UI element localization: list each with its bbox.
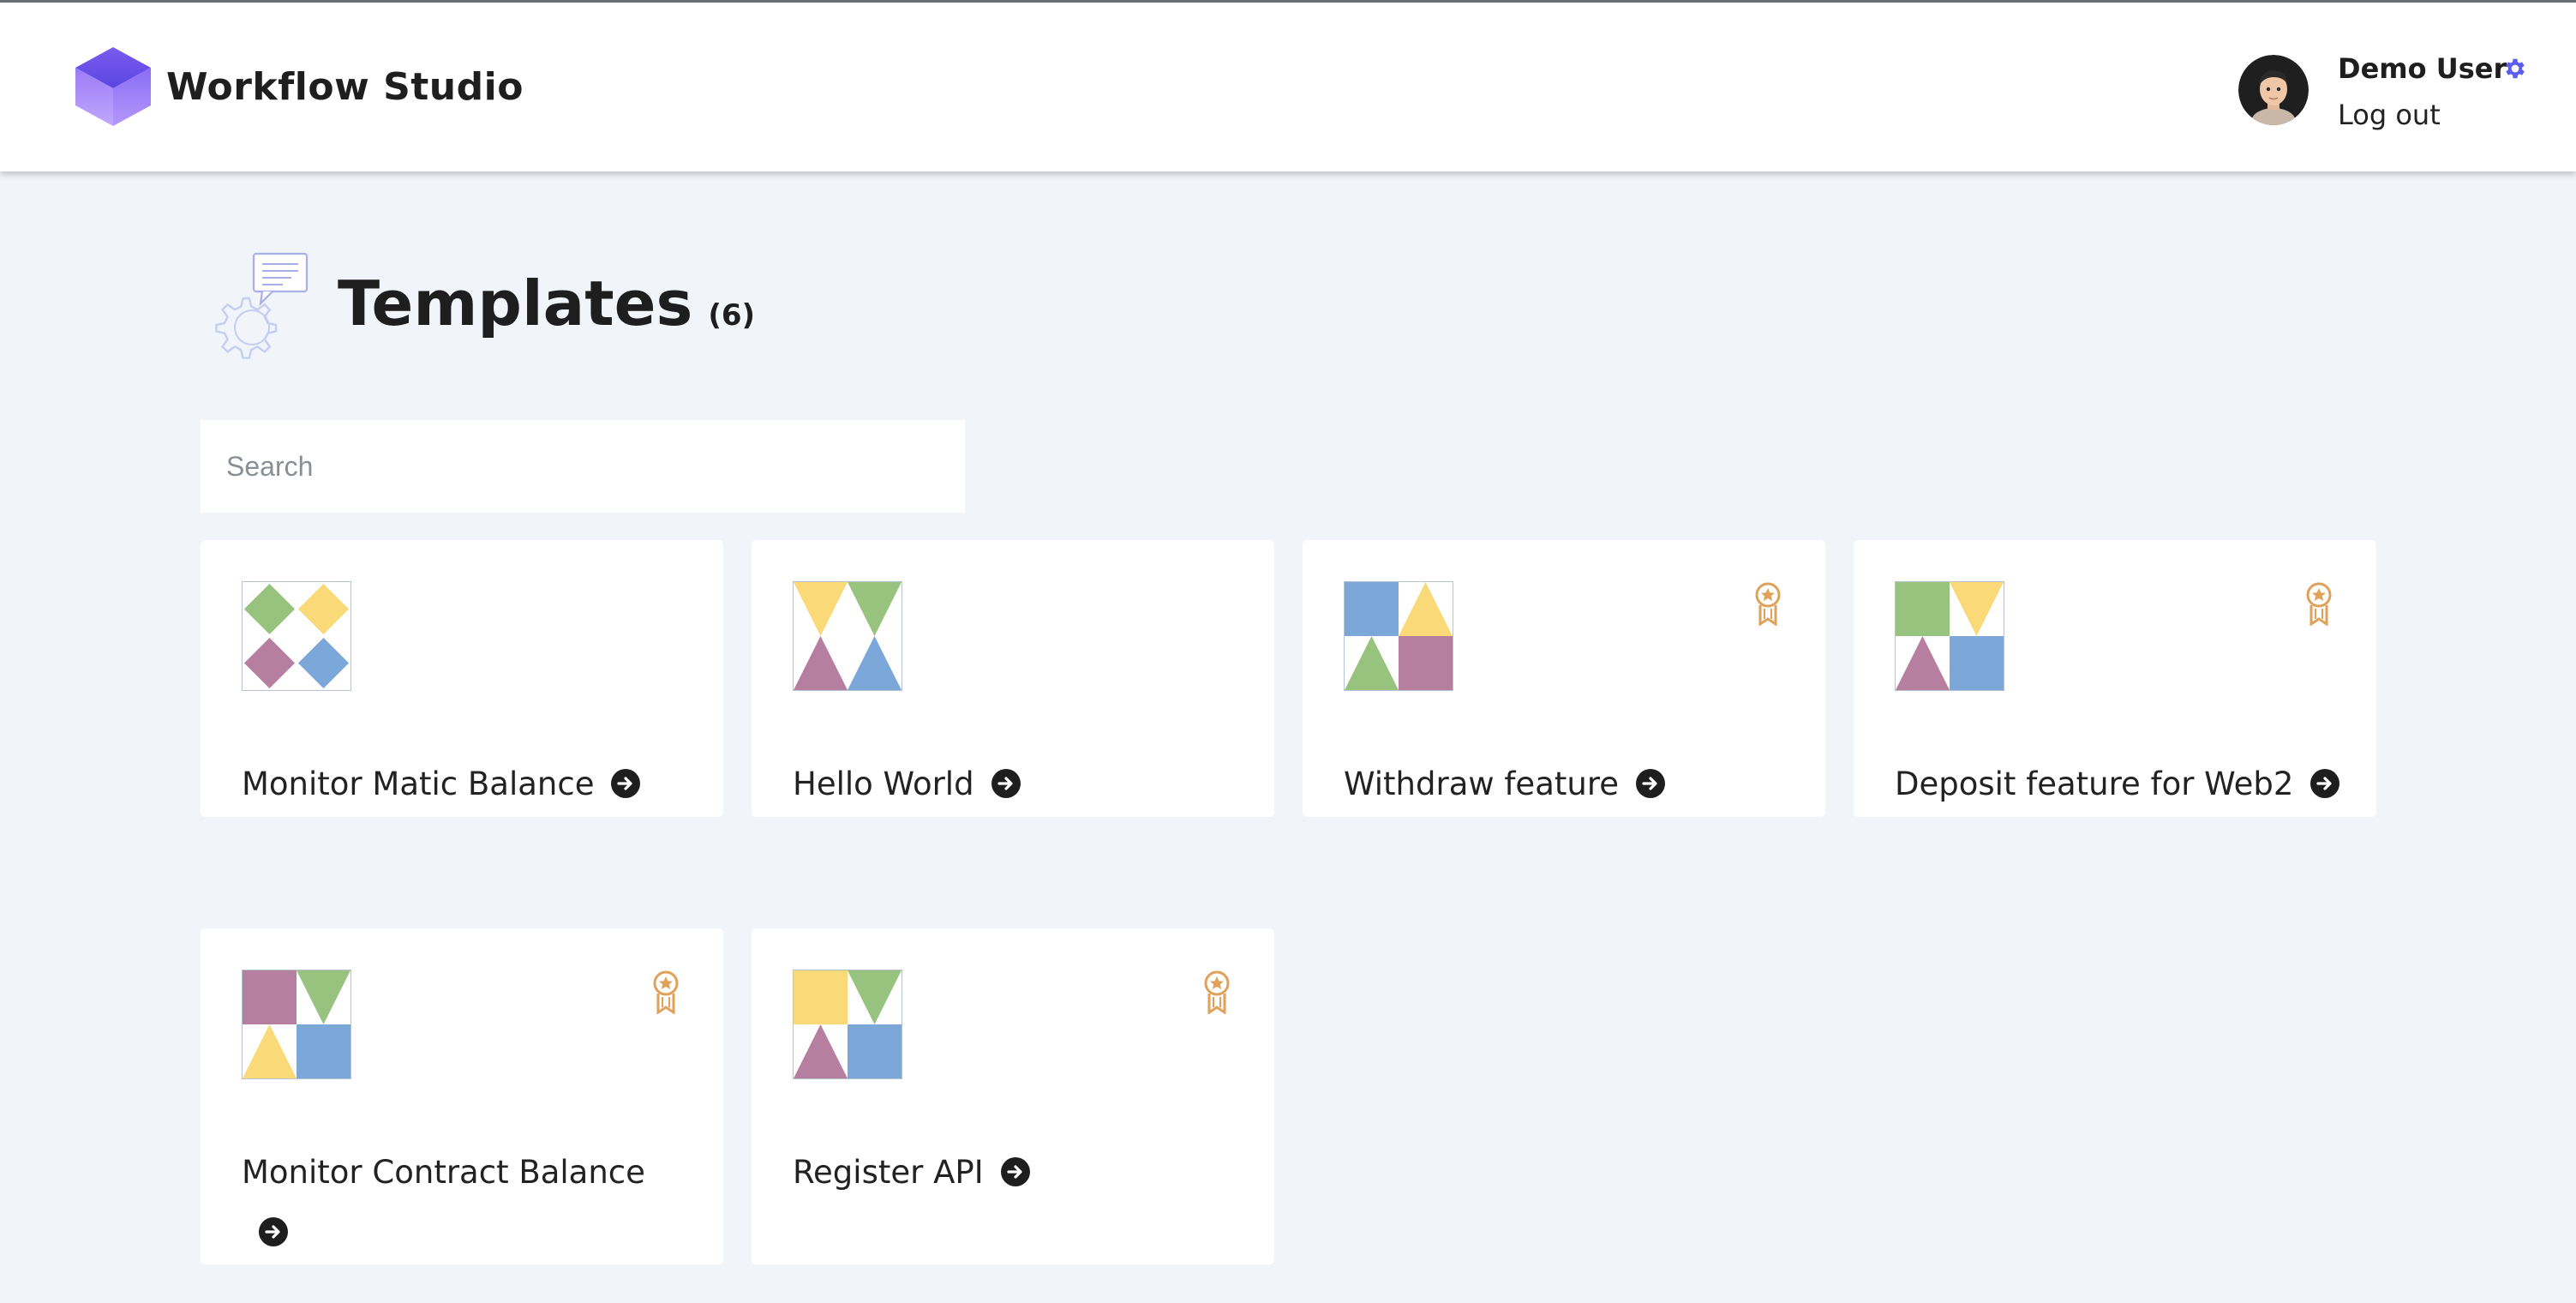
gear-icon[interactable]	[2502, 56, 2528, 81]
template-thumbnail	[242, 970, 351, 1079]
template-card-monitor-contract-balance[interactable]: Monitor Contract Balance	[201, 928, 723, 1264]
brand[interactable]: Workflow Studio	[74, 45, 524, 128]
award-ribbon-icon	[1755, 582, 1781, 626]
template-title: Hello World	[793, 754, 1021, 814]
template-thumbnail	[242, 581, 351, 691]
arrow-right-circle-icon[interactable]	[1000, 1156, 1030, 1186]
user-name: Demo User	[2338, 52, 2507, 85]
user-menu: Demo User Log out	[2238, 52, 2547, 147]
template-card-deposit-feature-web2[interactable]: Deposit feature for Web2	[1854, 540, 2376, 817]
template-thumbnail	[793, 970, 902, 1079]
template-card-register-api[interactable]: Register API	[752, 928, 1274, 1264]
template-count: (6)	[708, 298, 756, 333]
template-thumbnail	[793, 581, 902, 691]
template-card-monitor-matic-balance[interactable]: Monitor Matic Balance	[201, 540, 723, 817]
arrow-right-circle-icon[interactable]	[611, 768, 641, 798]
arrow-right-circle-icon[interactable]	[2310, 768, 2340, 798]
search-input[interactable]	[201, 420, 965, 513]
award-ribbon-icon	[1204, 970, 1230, 1014]
gear-chat-illustration-icon	[215, 252, 309, 359]
hexagon-cube-logo-icon	[75, 47, 151, 126]
arrow-right-circle-icon[interactable]	[1636, 768, 1665, 798]
template-thumbnail	[1344, 581, 1453, 691]
template-card-withdraw-feature[interactable]: Withdraw feature	[1303, 540, 1825, 817]
template-card-hello-world[interactable]: Hello World	[752, 540, 1274, 817]
template-title: Deposit feature for Web2	[1895, 754, 2340, 814]
template-title: Monitor Contract Balance	[242, 1143, 679, 1263]
award-ribbon-icon	[653, 970, 679, 1014]
app-name: Workflow Studio	[166, 64, 524, 109]
template-thumbnail	[1895, 581, 2004, 691]
award-ribbon-icon	[2306, 582, 2332, 626]
avatar[interactable]	[2238, 55, 2309, 125]
app-header: Workflow Studio Demo User Log out	[0, 3, 2576, 171]
template-title: Monitor Matic Balance	[242, 754, 641, 814]
page-title-text: Templates	[338, 267, 693, 339]
arrow-right-circle-icon[interactable]	[259, 1216, 288, 1246]
template-title: Register API	[793, 1143, 1030, 1203]
arrow-right-circle-icon[interactable]	[991, 768, 1021, 798]
page-title: Templates (6)	[338, 267, 755, 339]
logout-link[interactable]: Log out	[2338, 99, 2441, 131]
user-avatar-icon	[2238, 55, 2309, 125]
template-title: Withdraw feature	[1344, 754, 1665, 814]
